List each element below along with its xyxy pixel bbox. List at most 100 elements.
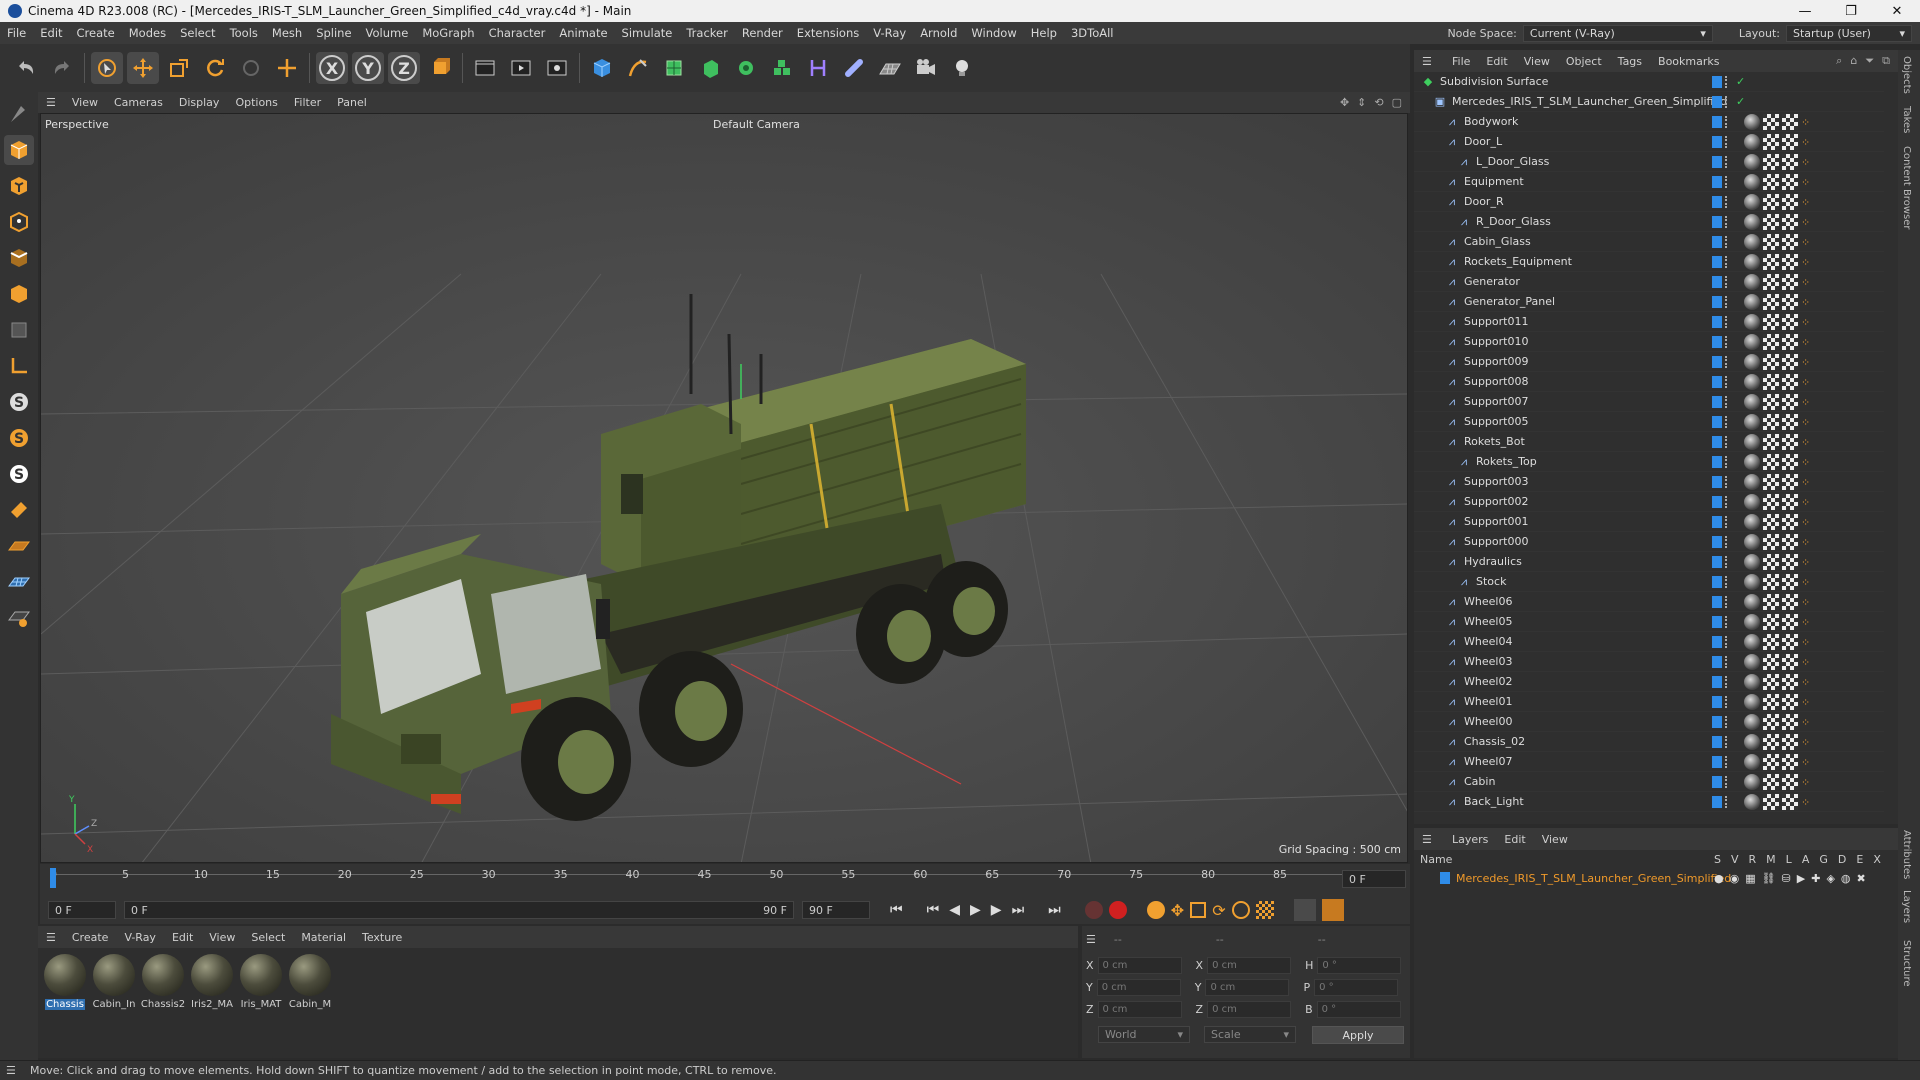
uvw-tag-icon[interactable]: ⁘ (1801, 436, 1811, 449)
phong-tag-icon[interactable] (1744, 333, 1760, 350)
object-visibility-flags[interactable] (1712, 735, 1729, 748)
uvw-tag-icon[interactable]: ⁘ (1801, 676, 1811, 689)
object-visibility-flags[interactable] (1712, 135, 1729, 148)
position-y-field[interactable]: 0 cm (1096, 978, 1181, 996)
object-row[interactable]: ⩘ Wheel05 ⁘ (1414, 612, 1884, 632)
tab-layers[interactable]: Layers (1901, 890, 1912, 923)
material-tag-icon[interactable] (1763, 373, 1779, 390)
layer-color-swatch[interactable] (1712, 155, 1722, 168)
object-visibility-flags[interactable] (1712, 255, 1729, 268)
scale-tool-icon[interactable] (163, 52, 195, 84)
material-tag-icon[interactable] (1763, 393, 1779, 410)
motion-mode-icon[interactable] (1293, 899, 1316, 921)
uv-mode-icon[interactable] (4, 315, 34, 345)
material-tag-icon[interactable] (1763, 653, 1779, 670)
material-menu-material[interactable]: Material (293, 931, 354, 944)
go-to-end-icon[interactable]: ⏭ (1048, 902, 1061, 918)
object-row[interactable]: ◆ Subdivision Surface ✓ (1414, 72, 1884, 92)
material-tag-icon[interactable] (1782, 693, 1798, 710)
object-visibility-flags[interactable] (1712, 775, 1729, 788)
object-visibility-flags[interactable] (1712, 535, 1729, 548)
tab-attributes[interactable]: Attributes (1901, 830, 1912, 879)
material-tag-icon[interactable] (1763, 333, 1779, 350)
floor-icon[interactable] (874, 52, 906, 84)
object-visibility-flags[interactable] (1712, 275, 1729, 288)
object-row[interactable]: ⩘ R_Door_Glass ⁘ (1414, 212, 1884, 232)
layer-color-swatch[interactable] (1712, 315, 1722, 328)
uvw-tag-icon[interactable]: ⁘ (1801, 696, 1811, 709)
menu-extensions[interactable]: Extensions (790, 26, 866, 40)
node-space-dropdown[interactable]: Current (V-Ray) ▾ (1522, 24, 1713, 42)
rotation-b-field[interactable]: 0 ° (1316, 1000, 1401, 1018)
phong-tag-icon[interactable] (1744, 113, 1760, 130)
material-tag-icon[interactable] (1763, 673, 1779, 690)
texture-mode-icon[interactable] (4, 171, 34, 201)
visibility-dots-icon[interactable] (1725, 675, 1729, 688)
visibility-dots-icon[interactable] (1725, 455, 1729, 468)
phong-tag-icon[interactable] (1744, 513, 1760, 530)
layer-color-swatch[interactable] (1712, 555, 1722, 568)
object-menu-edit[interactable]: Edit (1478, 55, 1515, 68)
object-row[interactable]: ▣ Mercedes_IRIS_T_SLM_Launcher_Green_Simp… (1414, 92, 1884, 112)
material-tag-icon[interactable] (1782, 613, 1798, 630)
search-icon[interactable]: ⌕ (1836, 54, 1842, 68)
object-visibility-flags[interactable] (1712, 415, 1729, 428)
object-visibility-flags[interactable] (1712, 235, 1729, 248)
phong-tag-icon[interactable] (1744, 213, 1760, 230)
menu-volume[interactable]: Volume (359, 26, 416, 40)
visibility-dots-icon[interactable] (1725, 615, 1729, 628)
material-tag-icon[interactable] (1763, 733, 1779, 750)
home-icon[interactable]: ⌂ (1850, 54, 1857, 68)
object-visibility-flags[interactable] (1712, 435, 1729, 448)
object-row[interactable]: ⩘ Wheel01 ⁘ (1414, 692, 1884, 712)
object-row[interactable]: ⩘ Wheel06 ⁘ (1414, 592, 1884, 612)
visibility-dots-icon[interactable] (1725, 435, 1729, 448)
visibility-dots-icon[interactable] (1725, 695, 1729, 708)
visibility-dots-icon[interactable] (1725, 295, 1729, 308)
visibility-dots-icon[interactable] (1725, 215, 1729, 228)
uvw-tag-icon[interactable]: ⁘ (1801, 496, 1811, 509)
layer-color-swatch[interactable] (1712, 335, 1722, 348)
material-tag-icon[interactable] (1782, 333, 1798, 350)
material-tag-icon[interactable] (1763, 193, 1779, 210)
object-row[interactable]: ⩘ Rokets_Bot ⁘ (1414, 432, 1884, 452)
material-tag-icon[interactable] (1782, 293, 1798, 310)
material-menu-vray[interactable]: V-Ray (116, 931, 164, 944)
pen-spline-icon[interactable] (622, 52, 654, 84)
volume-builder-icon[interactable] (766, 52, 798, 84)
object-row[interactable]: ⩘ Wheel02 ⁘ (1414, 672, 1884, 692)
visibility-dots-icon[interactable] (1725, 275, 1729, 288)
menu-animate[interactable]: Animate (552, 26, 614, 40)
tab-structure[interactable]: Structure (1901, 940, 1912, 987)
visibility-dots-icon[interactable] (1725, 475, 1729, 488)
object-row[interactable]: ⩘ Door_L ⁘ (1414, 132, 1884, 152)
object-visibility-flags[interactable] (1712, 695, 1729, 708)
material-tag-icon[interactable] (1782, 193, 1798, 210)
layer-color-swatch[interactable] (1712, 95, 1722, 108)
coordinate-system-icon[interactable] (424, 52, 456, 84)
phong-tag-icon[interactable] (1744, 773, 1760, 790)
snap-icon[interactable]: S (4, 387, 34, 417)
menu-arnold[interactable]: Arnold (913, 26, 964, 40)
menu-3dtoall[interactable]: 3DToAll (1064, 26, 1121, 40)
uvw-tag-icon[interactable]: ⁘ (1801, 176, 1811, 189)
material-swatch[interactable]: Cabin_In (91, 954, 137, 1010)
object-row[interactable]: ⩘ Support003 ⁘ (1414, 472, 1884, 492)
object-visibility-flags[interactable] (1712, 395, 1729, 408)
object-visibility-flags[interactable] (1712, 315, 1729, 328)
uvw-tag-icon[interactable]: ⁘ (1801, 636, 1811, 649)
uvw-tag-icon[interactable]: ⁘ (1801, 796, 1811, 809)
object-row[interactable]: ⩘ Cabin ⁘ (1414, 772, 1884, 792)
layer-color-swatch[interactable] (1712, 715, 1722, 728)
object-visibility-flags[interactable] (1712, 715, 1729, 728)
light-icon[interactable] (946, 52, 978, 84)
material-tag-icon[interactable] (1782, 773, 1798, 790)
object-row[interactable]: ⩘ Wheel07 ⁘ (1414, 752, 1884, 772)
material-tag-icon[interactable] (1782, 313, 1798, 330)
visibility-dots-icon[interactable] (1725, 515, 1729, 528)
rotation-p-field[interactable]: 0 ° (1314, 978, 1399, 996)
uvw-tag-icon[interactable]: ⁘ (1801, 196, 1811, 209)
object-visibility-flags[interactable] (1712, 575, 1729, 588)
uvw-tag-icon[interactable]: ⁘ (1801, 236, 1811, 249)
material-tag-icon[interactable] (1763, 353, 1779, 370)
